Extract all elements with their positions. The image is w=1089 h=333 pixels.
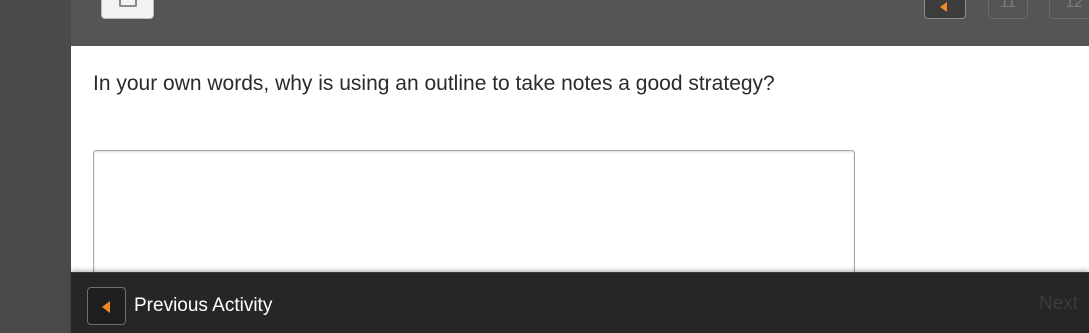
next-activity-button[interactable]: Next	[1039, 293, 1078, 315]
chevron-left-icon	[940, 2, 947, 12]
previous-activity-label: Previous Activity	[134, 295, 273, 316]
answer-textarea[interactable]	[93, 150, 855, 290]
notepad-button[interactable]	[101, 0, 154, 19]
activity-screen: 11 12 In your own words, why is using an…	[0, 0, 1089, 333]
notepad-icon	[119, 0, 137, 7]
question-prompt: In your own words, why is using an outli…	[93, 72, 775, 95]
left-gutter	[0, 0, 71, 333]
previous-page-button[interactable]	[924, 0, 966, 19]
page-button-11[interactable]: 11	[988, 0, 1028, 19]
previous-activity-button[interactable]: Previous Activity	[87, 287, 272, 325]
previous-arrow-button[interactable]	[87, 287, 126, 325]
activity-nav-bar: Previous Activity Next	[71, 272, 1089, 333]
question-panel: In your own words, why is using an outli…	[71, 46, 1089, 290]
chevron-left-icon	[102, 301, 110, 313]
page-button-12[interactable]: 12	[1049, 0, 1089, 19]
